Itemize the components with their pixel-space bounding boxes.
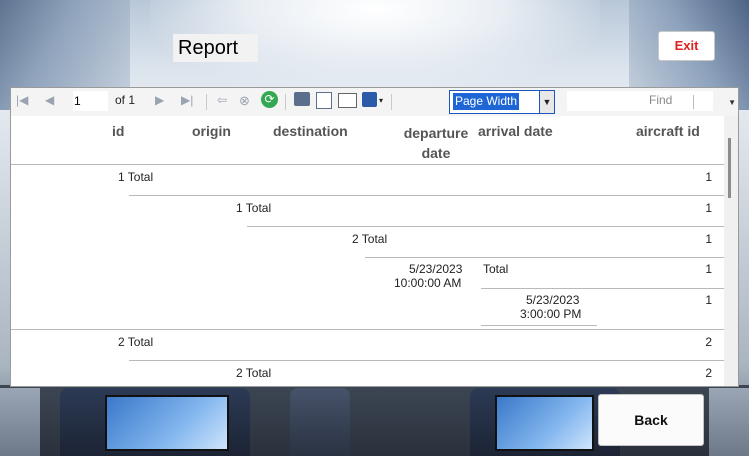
group-total-count: 1 bbox=[705, 232, 712, 246]
report-toolbar: |◀ ◀ of 1 ▶ ▶| ⇦ ⊗ ⟳ ▾ Page Width ▼ Find… bbox=[11, 88, 738, 116]
refresh-icon[interactable]: ⟳ bbox=[261, 91, 278, 108]
chevron-down-icon[interactable]: ▼ bbox=[539, 91, 554, 113]
group-total-label: 2 Total bbox=[352, 232, 388, 246]
column-header-origin: origin bbox=[192, 123, 231, 139]
group-total-count: 2 bbox=[705, 366, 712, 380]
group-total-count: 2 bbox=[705, 335, 712, 349]
group-total-count: 1 bbox=[705, 262, 712, 276]
group-total-label: 2 Total bbox=[236, 366, 272, 380]
zoom-select[interactable]: Page Width ▼ bbox=[449, 90, 555, 114]
export-dropdown-icon[interactable]: ▾ bbox=[379, 96, 383, 105]
detail-count: 1 bbox=[705, 293, 712, 307]
zoom-value: Page Width bbox=[453, 93, 520, 110]
column-header-aircraft-id: aircraft id bbox=[636, 123, 700, 139]
last-page-icon[interactable]: ▶| bbox=[181, 93, 193, 107]
toolbar-overflow-icon[interactable]: ▼ bbox=[728, 98, 736, 107]
report-viewer: |◀ ◀ of 1 ▶ ▶| ⇦ ⊗ ⟳ ▾ Page Width ▼ Find… bbox=[10, 87, 739, 387]
print-icon[interactable] bbox=[294, 92, 310, 106]
column-header-arrival-date: arrival date bbox=[478, 123, 553, 139]
scrollbar-thumb[interactable] bbox=[728, 138, 731, 198]
exit-button[interactable]: Exit bbox=[658, 31, 715, 61]
next-page-icon[interactable]: ▶ bbox=[155, 93, 164, 107]
arrival-time-value: 3:00:00 PM bbox=[520, 307, 582, 321]
arrival-date-value: 5/23/2023 bbox=[526, 293, 580, 307]
first-page-icon[interactable]: |◀ bbox=[16, 93, 28, 107]
group-total-label: Total bbox=[483, 262, 509, 276]
print-layout-icon[interactable] bbox=[316, 92, 332, 109]
column-header-departure-date: departure date bbox=[403, 125, 469, 161]
departure-date-value: 5/23/2023 bbox=[409, 262, 463, 276]
back-arrow-icon[interactable]: ⇦ bbox=[217, 93, 227, 107]
back-button[interactable]: Back bbox=[598, 394, 704, 446]
group-total-label: 1 Total bbox=[236, 201, 272, 215]
group-total-label: 2 Total bbox=[118, 335, 154, 349]
group-total-count: 1 bbox=[705, 201, 712, 215]
previous-page-icon[interactable]: ◀ bbox=[45, 93, 54, 107]
page-title: Report bbox=[173, 34, 258, 62]
find-link[interactable]: Find bbox=[649, 93, 672, 107]
page-setup-icon[interactable] bbox=[338, 93, 357, 108]
vertical-scrollbar[interactable] bbox=[724, 116, 738, 386]
current-page-input[interactable] bbox=[73, 91, 108, 111]
group-total-label: 1 Total bbox=[118, 170, 154, 184]
column-header-id: id bbox=[112, 123, 125, 139]
group-total-count: 1 bbox=[705, 170, 712, 184]
departure-time-value: 10:00:00 AM bbox=[394, 276, 462, 290]
stop-icon[interactable]: ⊗ bbox=[239, 93, 250, 109]
column-header-destination: destination bbox=[273, 123, 348, 139]
save-export-icon[interactable] bbox=[362, 92, 377, 107]
find-input[interactable] bbox=[567, 91, 713, 111]
page-count-label: of 1 bbox=[115, 93, 136, 107]
